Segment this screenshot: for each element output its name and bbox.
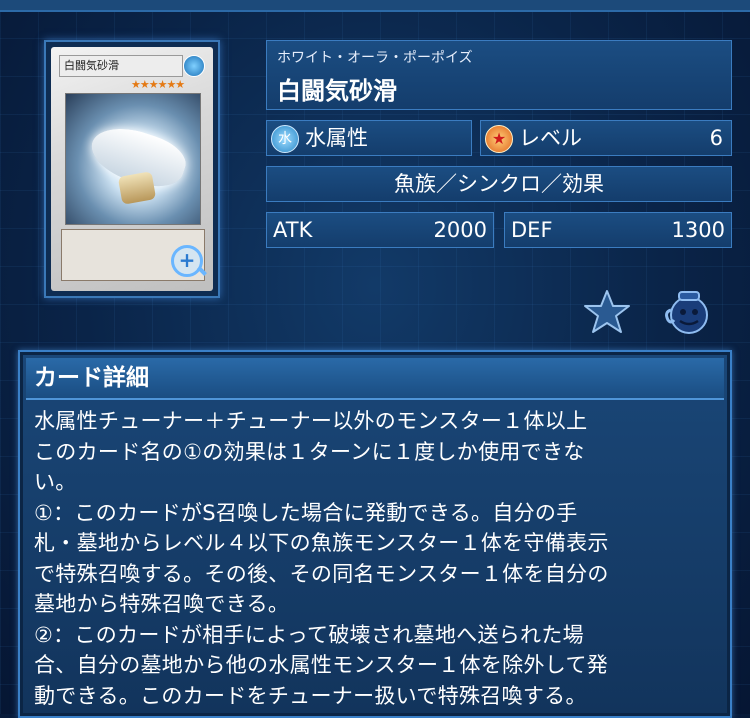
type-panel: 魚族／シンクロ／効果: [266, 166, 732, 202]
star-icon[interactable]: [582, 288, 632, 336]
card-name: 白闘気砂滑: [277, 77, 397, 105]
card-effect-text: 水属性チューナー＋チューナー以外のモンスター１体以上 このカード名の①の効果は１…: [34, 409, 609, 708]
magnifier-plus-icon[interactable]: +: [171, 245, 203, 277]
level-star-icon: ★: [485, 125, 513, 153]
pot-icon[interactable]: [662, 288, 712, 336]
level-value: 6: [709, 126, 723, 150]
def-label: DEF: [511, 218, 553, 242]
card-name-panel: ホワイト・オーラ・ポーポイズ 白闘気砂滑: [266, 40, 732, 110]
type-line: 魚族／シンクロ／効果: [394, 172, 604, 196]
def-panel: DEF 1300: [504, 212, 732, 248]
card-thumbnail-name: 白闘気砂滑: [59, 55, 183, 77]
level-panel: ★ レベル 6: [480, 120, 732, 156]
atk-panel: ATK 2000: [266, 212, 494, 248]
card-attribute-icon: [183, 55, 205, 77]
artwork-armor: [117, 171, 157, 205]
water-attribute-icon: 水: [271, 125, 299, 153]
attribute-panel: 水 水属性: [266, 120, 472, 156]
card-image: 白闘気砂滑 ★★★★★★ +: [51, 47, 213, 291]
card-name-ruby: ホワイト・オーラ・ポーポイズ: [277, 50, 473, 66]
card-detail-panel: カード詳細 水属性チューナー＋チューナー以外のモンスター１体以上 このカード名の…: [18, 350, 732, 718]
def-value: 1300: [671, 218, 725, 242]
card-detail-header: カード詳細: [26, 358, 724, 400]
card-artwork: [65, 93, 201, 225]
card-detail-title: カード詳細: [34, 365, 149, 391]
atk-label: ATK: [273, 218, 313, 242]
attribute-text: 水属性: [305, 126, 368, 150]
card-level-stars: ★★★★★★: [131, 78, 185, 91]
level-label: レベル: [519, 126, 582, 150]
top-border: [0, 0, 750, 12]
atk-value: 2000: [433, 218, 487, 242]
card-thumbnail[interactable]: 白闘気砂滑 ★★★★★★ +: [44, 40, 220, 298]
